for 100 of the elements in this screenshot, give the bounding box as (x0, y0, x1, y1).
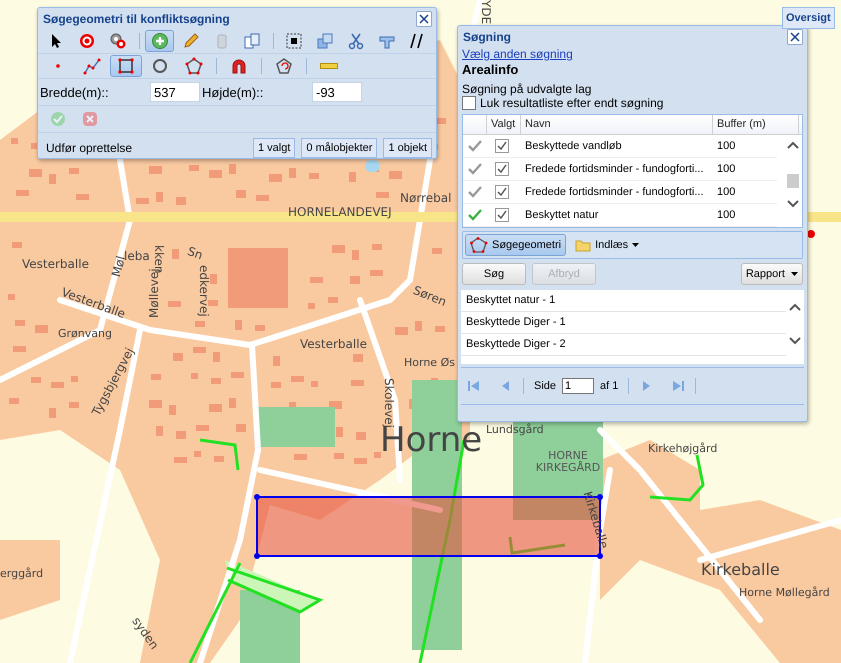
tool-button[interactable] (110, 55, 142, 77)
building (71, 376, 78, 382)
map-point (807, 230, 815, 238)
grid-select-icon (285, 32, 304, 50)
page-total: af 1 (600, 380, 618, 392)
result-item[interactable]: Beskyttede Diger - 1 (461, 312, 786, 334)
table-cell-text: Beskyttede vandløb (524, 140, 623, 152)
building (76, 194, 89, 200)
building (156, 192, 163, 202)
building (149, 166, 162, 174)
building (31, 377, 41, 383)
building (168, 301, 181, 307)
building (231, 372, 244, 378)
scissors-icon (346, 32, 365, 50)
building (49, 174, 56, 184)
input-field[interactable]: -93 (312, 82, 362, 102)
column-header: Valgt (487, 115, 521, 134)
checkbox[interactable] (495, 185, 509, 199)
map-label: Grønvang (58, 328, 112, 340)
point-icon (56, 64, 60, 68)
building (136, 198, 149, 204)
action-button[interactable]: Søg (462, 263, 526, 285)
building (191, 373, 198, 379)
tab[interactable]: Indlæs (570, 234, 644, 256)
building (35, 325, 48, 333)
map-label: Horne Øs (404, 357, 455, 370)
map-label: Sn (186, 245, 204, 263)
map-label: Nørrebal (400, 192, 452, 206)
map-label: Kirkehøjgård (648, 443, 718, 456)
close-icon (419, 14, 429, 24)
ruler-icon (320, 63, 338, 69)
table-cell-text: 100 (716, 163, 736, 175)
building (294, 454, 307, 460)
field-label: Bredde(m):: (40, 84, 110, 100)
plus-circle-icon (150, 32, 169, 50)
building (269, 174, 282, 182)
caret-icon (632, 243, 640, 247)
building (328, 297, 338, 303)
building (273, 356, 280, 366)
table-cell-text: 100 (716, 186, 736, 198)
close-button[interactable] (787, 29, 803, 45)
building (156, 426, 163, 436)
table-cell-text: 100 (716, 209, 736, 221)
checkbox[interactable] (462, 96, 476, 110)
building (349, 172, 356, 182)
search-heading: Arealinfo (462, 62, 520, 77)
building (334, 453, 344, 459)
counter-label: 1 objekt (383, 138, 432, 158)
building (370, 270, 383, 276)
building (15, 320, 25, 326)
map-label: Vesterballe (22, 258, 89, 272)
close-button[interactable] (416, 11, 432, 27)
building (352, 250, 359, 260)
checkbox[interactable] (495, 162, 509, 176)
search-link[interactable]: Vælg anden søgning (462, 47, 573, 61)
building (389, 171, 402, 179)
building (193, 347, 206, 353)
tab[interactable]: Søgegeometri (465, 234, 566, 256)
table-cell-text: Beskyttet natur (524, 209, 600, 221)
counter-label: 1 valgt (253, 138, 296, 158)
building (151, 374, 161, 380)
map-label: Kirkeballe (701, 561, 780, 579)
building (308, 303, 315, 309)
checkbox[interactable] (495, 139, 509, 153)
building (356, 432, 366, 440)
overview-tab[interactable]: Oversigt (782, 7, 835, 29)
page-label: Side (534, 380, 556, 392)
table-cell-text: 100 (716, 140, 736, 152)
check-icon (50, 111, 66, 127)
building (332, 245, 345, 253)
building (194, 451, 201, 457)
building (196, 425, 209, 431)
polygon-rotate-icon (275, 57, 293, 75)
building (351, 380, 364, 386)
building (210, 274, 217, 284)
result-item[interactable]: Beskyttet natur - 1 (461, 290, 786, 312)
map-label: Vesterballe (300, 338, 367, 352)
building (51, 382, 64, 388)
building (208, 300, 218, 306)
map-label: Horne Møllegård (739, 587, 830, 600)
checkbox[interactable] (495, 208, 509, 222)
building (311, 381, 318, 387)
building (350, 276, 360, 284)
building (214, 456, 224, 462)
copy-icon (243, 32, 262, 50)
window-title: Søgegeometri til konfliktsøgning (43, 12, 230, 26)
building (235, 320, 242, 330)
building (354, 458, 367, 464)
close-icon (790, 32, 800, 42)
input-field[interactable]: 537 (150, 82, 200, 102)
building (16, 190, 29, 196)
report-button[interactable]: Rapport (740, 263, 803, 285)
building (374, 452, 381, 458)
result-item[interactable]: Beskyttede Diger - 2 (461, 334, 786, 356)
map-label: edkervej (196, 265, 210, 317)
polyline-icon (83, 57, 101, 75)
page-input[interactable]: 1 (562, 378, 594, 394)
building (12, 242, 22, 248)
boxes-icon (316, 32, 334, 50)
map-label: YDE (478, 0, 492, 24)
